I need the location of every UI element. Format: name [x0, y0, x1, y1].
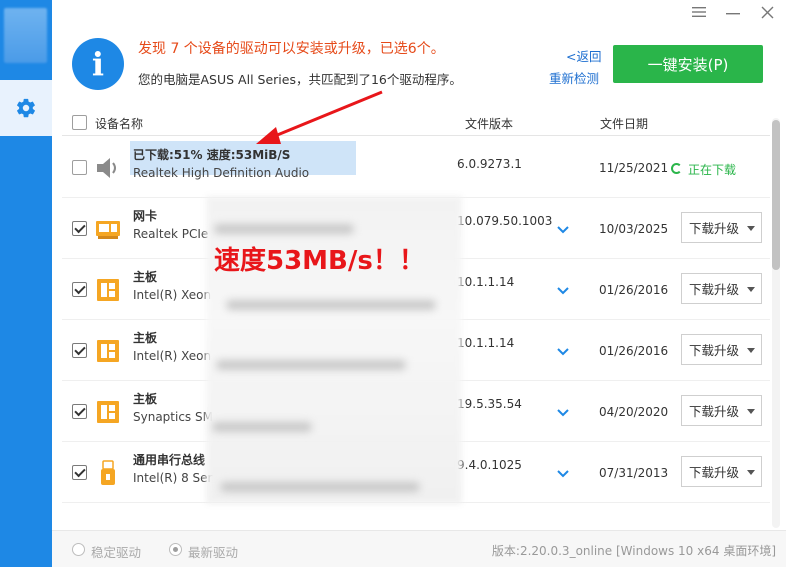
chevron-down-icon[interactable]: [556, 222, 570, 236]
row-checkbox[interactable]: [72, 221, 87, 236]
caret-down-icon: [747, 470, 755, 475]
file-version: 19.5.35.54: [457, 397, 522, 411]
table-row: 已下载:51% 速度:53MiB/S Realtek High Definiti…: [62, 137, 770, 198]
file-date: 01/26/2016: [599, 283, 669, 297]
device-desc: Synaptics SM: [133, 410, 213, 424]
radio-stable-driver[interactable]: [72, 543, 85, 556]
column-file-date: 文件日期: [600, 117, 649, 131]
device-name: 主板: [133, 331, 158, 345]
action-select-value: 下载升级: [689, 282, 740, 297]
blur-smudge: [216, 360, 406, 370]
table-header: 设备名称 文件版本 文件日期: [62, 110, 770, 136]
action-select-value: 下载升级: [689, 404, 740, 419]
menu-icon[interactable]: [688, 2, 710, 22]
rescan-link[interactable]: 重新检测: [549, 68, 599, 87]
row-checkbox[interactable]: [72, 404, 87, 419]
action-select[interactable]: 下载升级: [681, 334, 762, 365]
header: i 发现 7 个设备的驱动可以安装或升级，已选6个。 您的电脑是ASUS All…: [52, 28, 786, 103]
user-avatar[interactable]: [4, 8, 47, 63]
blur-smudge: [212, 422, 312, 432]
scan-result-subline: 您的电脑是ASUS All Series，共匹配到了16个驱动程序。: [138, 72, 462, 87]
footer: 稳定驱动 最新驱动 版本:2.20.0.3_online [Windows 10…: [52, 530, 786, 567]
caret-down-icon: [747, 226, 755, 231]
chevron-down-icon[interactable]: [556, 466, 570, 480]
file-version: 10.1.1.14: [457, 275, 515, 289]
close-icon[interactable]: [756, 2, 778, 22]
device-name: 已下载:51% 速度:53MiB/S: [133, 148, 291, 162]
action-select[interactable]: 下载升级: [681, 395, 762, 426]
select-all-checkbox[interactable]: [72, 115, 87, 130]
file-version: 9.4.0.1025: [457, 458, 522, 472]
action-select[interactable]: 下载升级: [681, 212, 762, 243]
action-select[interactable]: 下载升级: [681, 273, 762, 304]
row-checkbox[interactable]: [72, 465, 87, 480]
app-version: 版本:2.20.0.3_online [Windows 10 x64 桌面环境]: [491, 544, 776, 558]
device-desc: Intel(R) Xeon: [133, 349, 212, 363]
caret-down-icon: [747, 409, 755, 414]
minimize-icon[interactable]: [722, 2, 744, 22]
radio-latest-label: 最新驱动: [188, 545, 239, 560]
device-name: 网卡: [133, 209, 158, 223]
row-checkbox[interactable]: [72, 282, 87, 297]
settings-nav-item[interactable]: [0, 80, 52, 136]
motherboard-icon: [97, 279, 119, 301]
motherboard-icon: [97, 401, 119, 423]
blur-smudge: [226, 300, 436, 310]
file-version: 10.1.1.14: [457, 336, 515, 350]
file-version: 10.079.50.1003: [457, 214, 553, 228]
chevron-down-icon[interactable]: [556, 405, 570, 419]
file-date: 01/26/2016: [599, 344, 669, 358]
caret-down-icon: [747, 348, 755, 353]
blur-smudge: [220, 482, 420, 492]
network-card-icon: [96, 221, 120, 239]
speed-annotation: 速度53MB/s！！: [214, 246, 425, 276]
action-select-value: 下载升级: [689, 465, 740, 480]
row-checkbox[interactable]: [72, 160, 87, 175]
window-controls: [688, 2, 778, 22]
device-desc: Intel(R) Xeon: [133, 288, 212, 302]
column-device-name: 设备名称: [95, 117, 144, 131]
scrollbar-thumb[interactable]: [772, 120, 780, 270]
row-checkbox[interactable]: [72, 343, 87, 358]
scan-result-headline: 发现 7 个设备的驱动可以安装或升级，已选6个。: [138, 41, 445, 57]
action-select[interactable]: 下载升级: [681, 456, 762, 487]
blur-smudge: [214, 224, 354, 234]
action-select-value: 下载升级: [689, 343, 740, 358]
device-name: 主板: [133, 392, 158, 406]
info-icon: i: [72, 38, 124, 90]
usb-icon: [101, 460, 115, 485]
loading-spinner-icon: [671, 163, 682, 174]
device-desc: Intel(R) 8 Ser: [133, 471, 213, 485]
radio-latest-driver[interactable]: [169, 543, 182, 556]
chevron-down-icon[interactable]: [556, 283, 570, 297]
one-click-install-button[interactable]: 一键安装(P): [613, 45, 763, 83]
column-file-version: 文件版本: [465, 117, 514, 131]
file-version: 6.0.9273.1: [457, 157, 522, 171]
chevron-down-icon[interactable]: [556, 344, 570, 358]
gear-icon: [17, 98, 35, 118]
radio-stable-label: 稳定驱动: [91, 545, 142, 560]
device-desc: Realtek PCIe: [133, 227, 209, 241]
file-date: 10/03/2025: [599, 222, 669, 236]
device-name: 主板: [133, 270, 158, 284]
motherboard-icon: [97, 340, 119, 362]
action-select-value: 下载升级: [689, 221, 740, 236]
device-name: 通用串行总线: [133, 453, 206, 467]
file-date: 04/20/2020: [599, 405, 669, 419]
device-desc: Realtek High Definition Audio: [133, 166, 310, 180]
download-status: 正在下载: [688, 163, 737, 177]
back-link[interactable]: <返回: [566, 46, 601, 65]
sidebar: [0, 0, 52, 567]
file-date: 11/25/2021: [599, 161, 669, 175]
caret-down-icon: [747, 287, 755, 292]
file-date: 07/31/2013: [599, 466, 669, 480]
speaker-icon: [97, 158, 116, 178]
